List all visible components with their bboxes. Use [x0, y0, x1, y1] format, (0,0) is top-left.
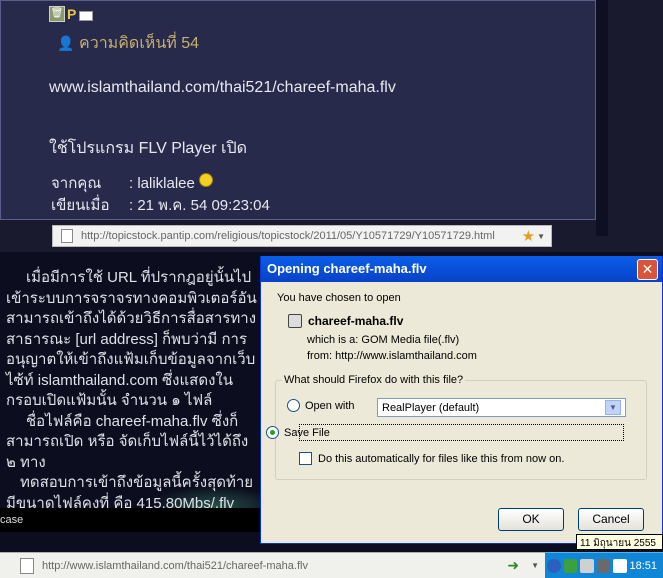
user-icon: 👤 — [57, 34, 75, 51]
clock[interactable]: 18:51 — [630, 560, 658, 572]
open-with-option[interactable]: Open with — [287, 399, 355, 412]
open-with-radio[interactable] — [287, 399, 300, 412]
forum-post: 🗑 P 👤 ความคิดเห็นที่ 54 www.islamthailan… — [0, 0, 596, 220]
article-text: เมื่อมีการใช้ URL ที่ปรากฎอยู่นั้นไปเข้า… — [6, 268, 258, 514]
file-type: which is a: GOM Media file(.flv) — [307, 334, 460, 346]
chevron-down-icon[interactable]: ▼ — [605, 400, 621, 415]
chevron-down-icon[interactable]: ▼ — [537, 232, 545, 241]
dialog-titlebar[interactable]: Opening chareef-maha.flv ✕ — [261, 256, 662, 282]
comment-label: ความคิดเห็นที่ 54 — [79, 35, 200, 52]
date-value: : 21 พ.ค. 54 09:23:04 — [129, 197, 270, 214]
article-paragraph-1: เมื่อมีการใช้ URL ที่ปรากฎอยู่นั้นไปเข้า… — [6, 269, 257, 409]
date-key: เขียนเมื่อ — [51, 197, 110, 214]
link-status-bar: http://topicstock.pantip.com/religious/t… — [52, 225, 552, 247]
page-icon — [20, 557, 34, 574]
link-url[interactable]: http://topicstock.pantip.com/religious/t… — [81, 230, 522, 242]
download-dialog: Opening chareef-maha.flv ✕ You have chos… — [260, 256, 663, 544]
ok-button[interactable]: OK — [498, 508, 564, 531]
dialog-title: Opening chareef-maha.flv — [267, 261, 427, 276]
post-instruction: ใช้โปรแกรม FLV Player เปิด — [49, 140, 248, 157]
post-meta: จากคุณ : laliklalee เขียนเมื่อ : 21 พ.ค.… — [51, 173, 270, 217]
post-icons: 🗑 P — [49, 6, 93, 22]
post-shadow — [596, 0, 608, 236]
mail-icon[interactable] — [79, 11, 93, 21]
go-arrow-icon[interactable]: ➜ — [507, 557, 519, 574]
trash-icon[interactable]: 🗑 — [49, 6, 65, 22]
network-icon[interactable] — [563, 558, 577, 573]
open-with-label: Open with — [305, 399, 355, 412]
close-icon: ✕ — [641, 261, 654, 277]
volume-icon[interactable] — [580, 558, 594, 573]
window-icon[interactable] — [613, 558, 627, 573]
smiley-icon — [198, 173, 213, 187]
from-value: : laliklalee — [129, 175, 195, 192]
video-caption: case — [0, 514, 24, 526]
file-line: chareef-maha.flv — [288, 314, 403, 328]
save-file-option[interactable]: Save File — [266, 424, 624, 441]
article-paragraph-2: ชื่อไฟล์คือ chareef-maha.flv ซึ่งก็สามาร… — [6, 412, 249, 471]
date-tooltip: 11 มิถุนายน 2555 — [576, 534, 663, 550]
auto-option[interactable]: Do this automatically for files like thi… — [299, 452, 564, 465]
cancel-button[interactable]: Cancel — [578, 508, 644, 531]
from-key: จากคุณ — [51, 175, 102, 192]
file-name: chareef-maha.flv — [308, 314, 404, 328]
media-file-icon — [288, 314, 302, 328]
chevron-down-icon[interactable]: ▼ — [531, 561, 539, 570]
star-icon[interactable]: ★ — [522, 227, 535, 245]
post-url: www.islamthailand.com/thai521/chareef-ma… — [49, 79, 396, 96]
file-source: from: http://www.islamthailand.com — [307, 350, 477, 362]
video-strip[interactable]: case — [0, 508, 262, 532]
auto-label: Do this automatically for files like thi… — [318, 452, 565, 465]
auto-checkbox[interactable] — [299, 452, 312, 465]
save-file-label: Save File — [284, 426, 330, 439]
system-tray: 18:51 — [545, 552, 663, 578]
p-icon[interactable]: P — [67, 6, 77, 22]
tray-expand-icon[interactable] — [547, 558, 561, 573]
status-url[interactable]: http://www.islamthailand.com/thai521/cha… — [42, 560, 507, 572]
application-select[interactable]: RealPlayer (default) ▼ — [377, 398, 626, 417]
page-icon — [61, 229, 73, 243]
chosen-text: You have chosen to open — [277, 292, 401, 304]
action-question: What should Firefox do with this file? — [282, 374, 466, 386]
save-file-radio[interactable] — [266, 426, 279, 439]
comment-header: 👤 ความคิดเห็นที่ 54 — [57, 31, 199, 56]
browser-status-bar: http://www.islamthailand.com/thai521/cha… — [0, 552, 545, 578]
application-value: RealPlayer (default) — [382, 401, 480, 414]
media-icon[interactable] — [596, 558, 610, 573]
close-button[interactable]: ✕ — [637, 259, 658, 280]
